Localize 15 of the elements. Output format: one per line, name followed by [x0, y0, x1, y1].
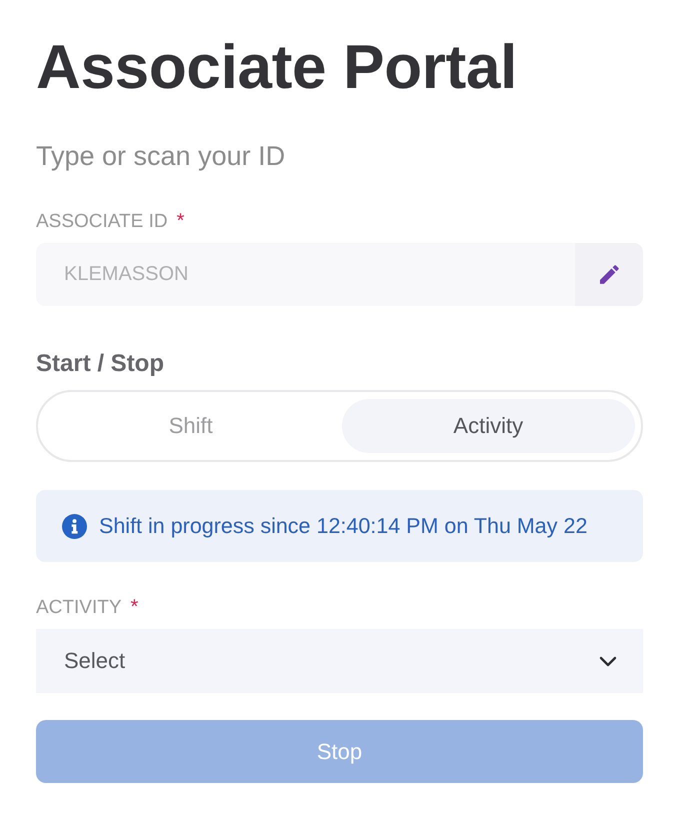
info-icon — [62, 514, 87, 538]
required-mark: * — [176, 210, 184, 232]
section-label: Start / Stop — [36, 350, 164, 378]
edit-button[interactable] — [575, 243, 643, 306]
chevron-down-icon — [599, 656, 617, 666]
page-title: Associate Portal — [36, 32, 518, 104]
info-message: Shift in progress since 12:40:14 PM on Thu May 22 — [99, 513, 588, 539]
segment-tab[interactable]: Activity — [342, 399, 635, 453]
field-label: ACTIVITY — [36, 596, 122, 620]
segment-tab[interactable]: Shift — [44, 399, 338, 453]
activity-select[interactable]: Select — [36, 629, 643, 693]
required-mark: * — [130, 596, 138, 618]
page-subtitle: Type or scan your ID — [36, 140, 286, 173]
pencil-icon — [600, 265, 618, 284]
field-label: ASSOCIATE ID — [36, 210, 168, 234]
